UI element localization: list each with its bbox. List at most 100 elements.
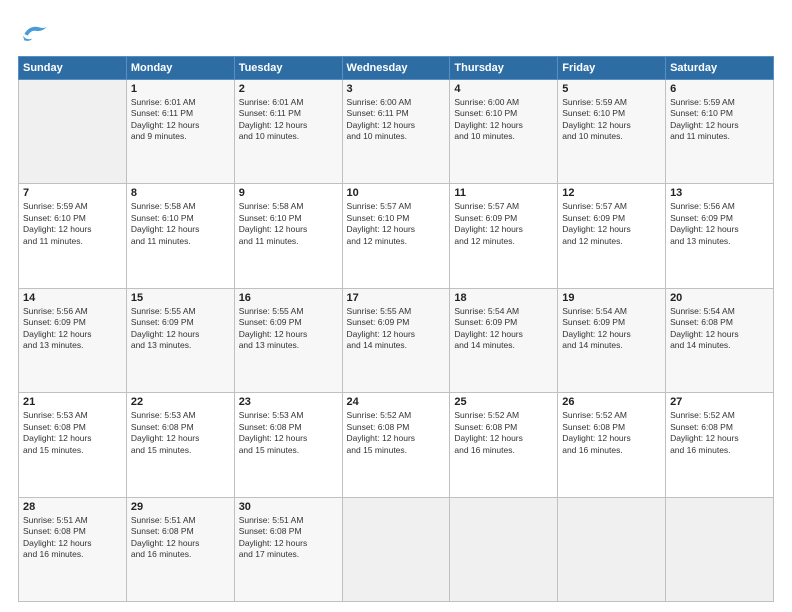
day-number: 27 [670,396,769,408]
weekday-header-wednesday: Wednesday [342,57,450,80]
day-number: 11 [454,187,553,199]
day-number: 5 [562,83,661,95]
calendar-cell: 10 Sunrise: 5:57 AM Sunset: 6:10 PM Dayli… [342,184,450,288]
day-info: Sunrise: 6:00 AM Sunset: 6:11 PM Dayligh… [347,97,446,143]
calendar-cell: 30Sunrise: 5:51 AM Sunset: 6:08 PM Dayli… [234,497,342,601]
logo-bird-icon [18,18,50,46]
calendar-cell [666,497,774,601]
calendar-cell [558,497,666,601]
day-number: 1 [131,83,230,95]
day-info: Sunrise: 5:54 AM Sunset: 6:09 PM Dayligh… [562,306,661,352]
day-number: 13 [670,187,769,199]
calendar-cell: 6 Sunrise: 5:59 AM Sunset: 6:10 PM Daylig… [666,80,774,184]
calendar-cell: 20 Sunrise: 5:54 AM Sunset: 6:08 PM Dayli… [666,288,774,392]
day-info: Sunrise: 6:01 AM Sunset: 6:11 PM Dayligh… [239,97,338,143]
day-number: 18 [454,292,553,304]
calendar-cell [19,80,127,184]
day-number: 30 [239,501,338,513]
calendar-cell: 29 Sunrise: 5:51 AM Sunset: 6:08 PM Dayli… [126,497,234,601]
calendar-cell: 11 Sunrise: 5:57 AM Sunset: 6:09 PM Dayli… [450,184,558,288]
calendar-cell: 18 Sunrise: 5:54 AM Sunset: 6:09 PM Dayli… [450,288,558,392]
day-info: Sunrise: 5:54 AM Sunset: 6:08 PM Dayligh… [670,306,769,352]
calendar-cell: 8Sunrise: 5:58 AM Sunset: 6:10 PM Daylig… [126,184,234,288]
day-number: 14 [23,292,122,304]
calendar-cell: 14Sunrise: 5:56 AM Sunset: 6:09 PM Dayli… [19,288,127,392]
day-info: Sunrise: 5:57 AM Sunset: 6:09 PM Dayligh… [454,201,553,247]
weekday-header-thursday: Thursday [450,57,558,80]
weekday-header-tuesday: Tuesday [234,57,342,80]
day-info: Sunrise: 5:57 AM Sunset: 6:10 PM Dayligh… [347,201,446,247]
day-number: 10 [347,187,446,199]
calendar-cell: 3Sunrise: 6:00 AM Sunset: 6:11 PM Daylig… [342,80,450,184]
day-number: 6 [670,83,769,95]
weekday-header-saturday: Saturday [666,57,774,80]
day-number: 20 [670,292,769,304]
week-row-3: 14Sunrise: 5:56 AM Sunset: 6:09 PM Dayli… [19,288,774,392]
day-info: Sunrise: 5:51 AM Sunset: 6:08 PM Dayligh… [131,515,230,561]
calendar-cell: 24 Sunrise: 5:52 AM Sunset: 6:08 PM Dayli… [342,393,450,497]
calendar-cell: 28 Sunrise: 5:51 AM Sunset: 6:08 PM Dayli… [19,497,127,601]
day-number: 7 [23,187,122,199]
day-number: 23 [239,396,338,408]
day-info: Sunrise: 5:52 AM Sunset: 6:08 PM Dayligh… [454,410,553,456]
day-info: Sunrise: 5:58 AM Sunset: 6:10 PM Dayligh… [131,201,230,247]
day-number: 22 [131,396,230,408]
day-info: Sunrise: 5:53 AM Sunset: 6:08 PM Dayligh… [131,410,230,456]
calendar-cell: 1 Sunrise: 6:01 AM Sunset: 6:11 PM Daylig… [126,80,234,184]
calendar-cell: 19 Sunrise: 5:54 AM Sunset: 6:09 PM Dayli… [558,288,666,392]
calendar-cell [450,497,558,601]
day-number: 28 [23,501,122,513]
calendar-cell: 17Sunrise: 5:55 AM Sunset: 6:09 PM Dayli… [342,288,450,392]
calendar-cell: 5 Sunrise: 5:59 AM Sunset: 6:10 PM Daylig… [558,80,666,184]
day-number: 15 [131,292,230,304]
calendar-cell: 16 Sunrise: 5:55 AM Sunset: 6:09 PM Dayli… [234,288,342,392]
day-number: 26 [562,396,661,408]
calendar-cell: 23Sunrise: 5:53 AM Sunset: 6:08 PM Dayli… [234,393,342,497]
calendar-cell: 9 Sunrise: 5:58 AM Sunset: 6:10 PM Daylig… [234,184,342,288]
day-info: Sunrise: 5:58 AM Sunset: 6:10 PM Dayligh… [239,201,338,247]
weekday-header-sunday: Sunday [19,57,127,80]
day-number: 19 [562,292,661,304]
day-info: Sunrise: 5:52 AM Sunset: 6:08 PM Dayligh… [347,410,446,456]
week-row-2: 7 Sunrise: 5:59 AM Sunset: 6:10 PM Daylig… [19,184,774,288]
day-number: 9 [239,187,338,199]
weekday-header-friday: Friday [558,57,666,80]
day-info: Sunrise: 6:01 AM Sunset: 6:11 PM Dayligh… [131,97,230,143]
calendar-cell: 21Sunrise: 5:53 AM Sunset: 6:08 PM Dayli… [19,393,127,497]
calendar-cell [342,497,450,601]
page: SundayMondayTuesdayWednesdayThursdayFrid… [0,0,792,612]
calendar-cell: 4 Sunrise: 6:00 AM Sunset: 6:10 PM Daylig… [450,80,558,184]
day-info: Sunrise: 5:52 AM Sunset: 6:08 PM Dayligh… [562,410,661,456]
calendar-cell: 22 Sunrise: 5:53 AM Sunset: 6:08 PM Dayli… [126,393,234,497]
day-info: Sunrise: 5:51 AM Sunset: 6:08 PM Dayligh… [23,515,122,561]
day-number: 25 [454,396,553,408]
calendar-cell: 12Sunrise: 5:57 AM Sunset: 6:09 PM Dayli… [558,184,666,288]
calendar-cell: 2Sunrise: 6:01 AM Sunset: 6:11 PM Daylig… [234,80,342,184]
day-info: Sunrise: 6:00 AM Sunset: 6:10 PM Dayligh… [454,97,553,143]
day-number: 21 [23,396,122,408]
day-info: Sunrise: 5:59 AM Sunset: 6:10 PM Dayligh… [23,201,122,247]
day-info: Sunrise: 5:55 AM Sunset: 6:09 PM Dayligh… [347,306,446,352]
weekday-header-monday: Monday [126,57,234,80]
day-info: Sunrise: 5:55 AM Sunset: 6:09 PM Dayligh… [239,306,338,352]
calendar-cell: 15 Sunrise: 5:55 AM Sunset: 6:09 PM Dayli… [126,288,234,392]
weekday-header-row: SundayMondayTuesdayWednesdayThursdayFrid… [19,57,774,80]
day-info: Sunrise: 5:52 AM Sunset: 6:08 PM Dayligh… [670,410,769,456]
week-row-4: 21 Sunrise: 5:53 AM Sunset: 6:08 PM Dayli… [19,393,774,497]
calendar-table: SundayMondayTuesdayWednesdayThursdayFrid… [18,56,774,602]
day-info: Sunrise: 5:55 AM Sunset: 6:09 PM Dayligh… [131,306,230,352]
day-info: Sunrise: 5:59 AM Sunset: 6:10 PM Dayligh… [670,97,769,143]
day-info: Sunrise: 5:57 AM Sunset: 6:09 PM Dayligh… [562,201,661,247]
day-number: 4 [454,83,553,95]
calendar-cell: 26 Sunrise: 5:52 AM Sunset: 6:08 PM Dayli… [558,393,666,497]
calendar-cell: 27 Sunrise: 5:52 AM Sunset: 6:08 PM Dayli… [666,393,774,497]
day-info: Sunrise: 5:54 AM Sunset: 6:09 PM Dayligh… [454,306,553,352]
week-row-5: 28 Sunrise: 5:51 AM Sunset: 6:08 PM Dayli… [19,497,774,601]
day-number: 29 [131,501,230,513]
logo [18,18,54,46]
day-info: Sunrise: 5:56 AM Sunset: 6:09 PM Dayligh… [670,201,769,247]
day-info: Sunrise: 5:59 AM Sunset: 6:10 PM Dayligh… [562,97,661,143]
day-number: 24 [347,396,446,408]
calendar-cell: 13 Sunrise: 5:56 AM Sunset: 6:09 PM Dayli… [666,184,774,288]
day-number: 16 [239,292,338,304]
